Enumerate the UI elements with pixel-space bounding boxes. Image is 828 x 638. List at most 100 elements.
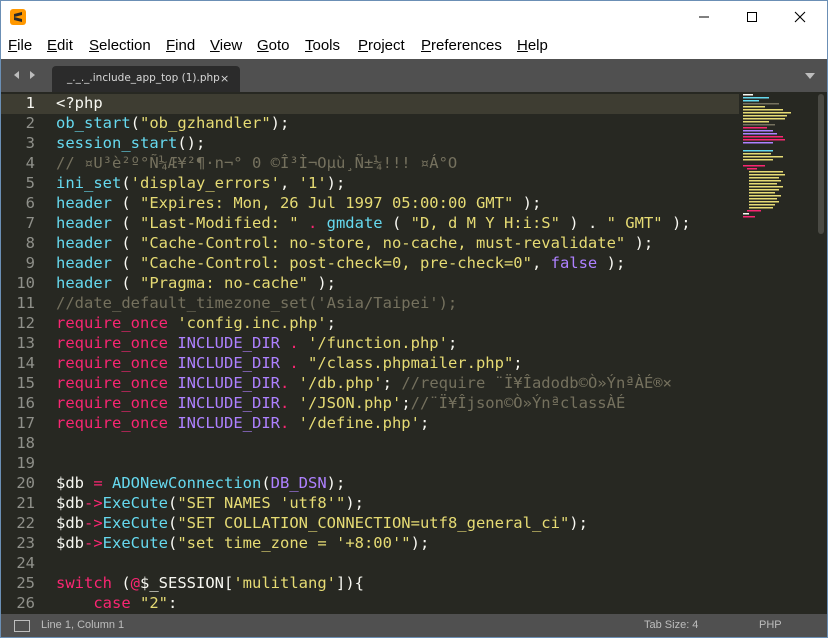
code-token: ; — [447, 334, 458, 352]
code-token: . — [279, 414, 299, 432]
line-number: 23 — [16, 534, 35, 552]
code-token: require_once — [56, 374, 168, 392]
menu-find[interactable]: Find — [166, 37, 195, 54]
code-token: ); — [270, 114, 290, 132]
line-number: 14 — [16, 354, 35, 372]
tab-size-selector[interactable]: Tab Size: 4 — [644, 619, 698, 631]
code-token: ); — [410, 534, 430, 552]
code-token: gmdate — [326, 214, 383, 232]
code-token: INCLUDE_DIR — [177, 374, 280, 392]
line-number: 19 — [16, 454, 35, 472]
code-token: switch — [56, 574, 112, 592]
code-line: $db->ExeCute("SET COLLATION_CONNECTION=u… — [56, 514, 588, 532]
minimize-button[interactable] — [681, 1, 727, 33]
code-line: header ( "Expires: Mon, 26 Jul 1997 05:0… — [56, 194, 541, 212]
code-token: header — [56, 274, 112, 292]
code-token: ( — [112, 214, 140, 232]
line-number: 5 — [25, 174, 35, 192]
code-token: '1' — [298, 174, 327, 192]
menu-tools[interactable]: Tools — [305, 37, 340, 54]
code-token: ; — [419, 414, 430, 432]
code-token: ADONewConnection — [112, 474, 262, 492]
code-token: INCLUDE_DIR — [177, 414, 280, 432]
chevron-right-icon[interactable] — [27, 70, 37, 80]
vertical-scrollbar[interactable] — [818, 94, 824, 234]
line-number: 9 — [25, 254, 35, 272]
code-line: // ¤U³è²º°Ñ¼Æ¥²¶·­n¬° 0 ©Î³Ì¬Oµù¸Ñ±¼!!! … — [56, 154, 457, 172]
line-number: 25 — [16, 574, 35, 592]
code-line: header ( "Pragma: no-cache" ); — [56, 274, 336, 292]
line-number: 4 — [25, 154, 35, 172]
code-token: ); — [625, 234, 654, 252]
code-token: 'config.inc.php' — [177, 314, 327, 332]
menu-edit[interactable]: Edit — [47, 37, 73, 54]
line-number-gutter: 1 2 3 4 5 6 7 8 9 10 11 12 13 14 15 16 1… — [1, 92, 47, 614]
code-line: ini_set('display_errors', '1'); — [56, 174, 345, 192]
line-number: 24 — [16, 554, 35, 572]
line-number: 16 — [16, 394, 35, 412]
code-token: ); — [307, 274, 336, 292]
code-token: . — [279, 334, 308, 352]
code-line: switch (@$_SESSION['mulitlang']){ — [56, 574, 364, 592]
menu-goto[interactable]: Goto — [257, 37, 290, 54]
code-token: ); — [326, 174, 346, 192]
code-token: (); — [177, 134, 206, 152]
code-token: ExeCute — [102, 514, 168, 532]
tab-label: _._._.include_app_top (1).php — [67, 72, 220, 84]
close-icon — [794, 11, 806, 23]
menu-selection[interactable]: Selection — [89, 37, 151, 54]
line-number: 1 — [25, 94, 35, 112]
code-token: //¨Ï¥Îjson©Ò»Ý­nªclassÀÉ — [410, 394, 626, 412]
tab-menu-icon[interactable] — [804, 71, 816, 81]
code-line: header ( "Cache-Control: no-store, no-ca… — [56, 234, 653, 252]
menu-project[interactable]: Project — [358, 37, 405, 54]
code-token: = — [84, 474, 112, 492]
code-token: ( — [168, 514, 178, 532]
code-token: . — [279, 394, 299, 412]
code-token: header — [56, 214, 112, 232]
code-token: "2" — [140, 594, 168, 612]
maximize-button[interactable] — [729, 1, 775, 33]
code-token: "Cache-Control: no-store, no-cache, must… — [140, 234, 626, 252]
code-token: ); — [569, 514, 588, 532]
line-number: 13 — [16, 334, 35, 352]
code-token: '/function.php' — [307, 334, 448, 352]
code-token: "/class.phpmailer.php" — [307, 354, 514, 372]
code-token: "Last-Modified: " — [140, 214, 299, 232]
close-button[interactable] — [777, 1, 823, 33]
code-token: //date_default_timezone_set('Asia/Taipei… — [56, 294, 458, 312]
menu-preferences[interactable]: Preferences — [421, 37, 502, 54]
code-token: require_once — [56, 414, 168, 432]
tab-close-icon[interactable]: × — [220, 72, 229, 85]
code-token: . — [279, 354, 308, 372]
syntax-selector[interactable]: PHP — [759, 619, 782, 631]
code-token: header — [56, 254, 112, 272]
menu-help[interactable]: Help — [517, 37, 548, 54]
line-number: 3 — [25, 134, 35, 152]
code-token: $db — [56, 514, 84, 532]
code-token: $db — [56, 474, 84, 492]
menu-file[interactable]: File — [8, 37, 32, 54]
tab-file[interactable]: _._._.include_app_top (1).php × — [52, 66, 240, 92]
minimap[interactable] — [739, 92, 819, 242]
chevron-left-icon[interactable] — [12, 70, 22, 80]
code-token: -> — [84, 534, 103, 552]
menu-view[interactable]: View — [210, 37, 242, 54]
code-editor[interactable]: 1 2 3 4 5 6 7 8 9 10 11 12 13 14 15 16 1… — [1, 92, 827, 614]
panel-toggle-icon[interactable] — [14, 620, 30, 632]
code-token: . — [279, 374, 299, 392]
line-number: 7 — [25, 214, 35, 232]
code-token: @ — [130, 574, 141, 592]
code-token: ExeCute — [102, 494, 168, 512]
code-token: ; — [326, 314, 336, 332]
line-number: 20 — [16, 474, 35, 492]
menu-bar: File Edit Selection Find View Goto Tools… — [1, 33, 827, 59]
code-token: -> — [84, 514, 103, 532]
code-line: $db->ExeCute("set time_zone = '+8:00'"); — [56, 534, 429, 552]
maximize-icon — [747, 12, 757, 22]
